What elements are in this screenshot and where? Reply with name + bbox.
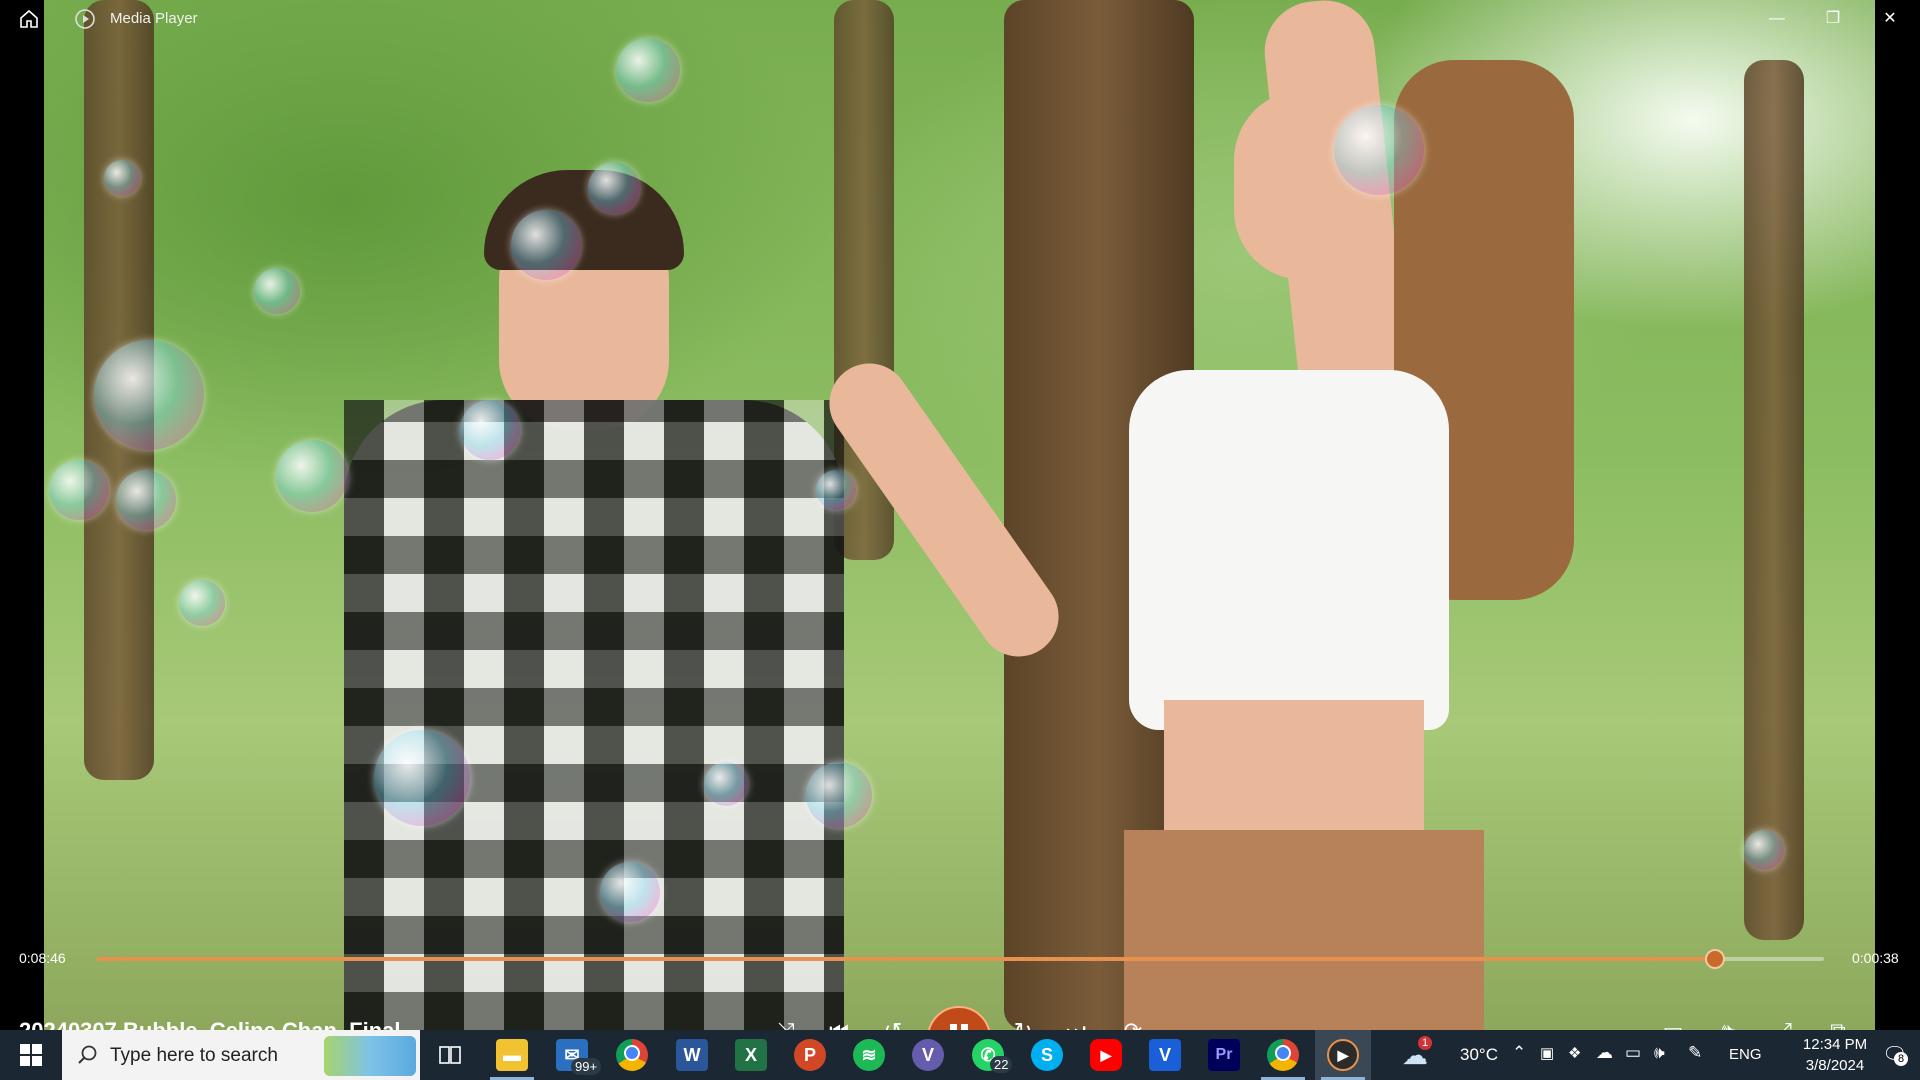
bubble [94, 340, 204, 450]
pause-button-ring [927, 1006, 991, 1030]
bubble [460, 400, 520, 460]
miniplayer-icon[interactable]: ⧉ [1825, 1018, 1851, 1030]
notification-center[interactable]: 🗨 8 [1880, 1040, 1912, 1070]
seek-bar[interactable] [97, 949, 1824, 969]
onedrive-icon[interactable]: ☁ [1596, 1043, 1613, 1063]
powerpoint-icon[interactable]: P [794, 1039, 826, 1071]
taskbar: Type here to search ▬ ✉ 99+ W X P ≋ V ✆ … [0, 1030, 1920, 1080]
forward-30-icon[interactable]: ↻ [1010, 1018, 1036, 1030]
more-options-icon[interactable]: ⋯ [1880, 1018, 1906, 1030]
title-bar: Media Player — ❐ ✕ [0, 0, 1920, 38]
seek-thumb[interactable] [1705, 949, 1726, 969]
notification-count: 8 [1894, 1052, 1909, 1066]
start-windows-icon[interactable] [6, 1030, 56, 1080]
home-icon[interactable] [18, 8, 40, 30]
seek-progress [97, 957, 1716, 961]
bubble [806, 762, 872, 828]
bubble [254, 268, 300, 314]
man-plaid-shirt [344, 400, 844, 1030]
bubble [49, 460, 109, 520]
bubble [1744, 830, 1784, 870]
bubble [511, 210, 581, 280]
restore-button[interactable]: ❐ [1818, 6, 1848, 32]
viber-icon[interactable]: V [912, 1039, 944, 1071]
remaining-time: 0:00:38 [1852, 950, 1899, 966]
bubble [600, 862, 660, 922]
weather-widget[interactable]: ☁ 1 30°C [1400, 1030, 1510, 1080]
clock-date: 3/8/2024 [1805, 1057, 1865, 1074]
folder-icon[interactable]: ▬ [496, 1039, 528, 1071]
chrome-icon[interactable] [616, 1039, 648, 1071]
search-highlight-image [324, 1036, 416, 1076]
search-placeholder: Type here to search [110, 1045, 278, 1066]
bubble [704, 762, 748, 806]
weather-alert-badge: 1 [1418, 1036, 1433, 1050]
woman-waist [1164, 700, 1424, 850]
bubble [374, 730, 470, 826]
bubble [179, 580, 225, 626]
skype-icon[interactable]: S [1031, 1039, 1063, 1071]
tree-trunk [1744, 60, 1804, 940]
weather-temp: 30°C [1460, 1045, 1498, 1064]
bubble [116, 470, 176, 530]
spotify-icon[interactable]: ≋ [853, 1039, 885, 1071]
close-button[interactable]: ✕ [1875, 6, 1905, 32]
search-icon [78, 1045, 97, 1064]
cast-icon[interactable]: ▭ [1660, 1018, 1686, 1030]
camera-icon[interactable]: ▣ [1540, 1044, 1554, 1062]
next-icon[interactable]: ⏭ [1063, 1018, 1089, 1030]
word-icon[interactable]: W [676, 1039, 708, 1071]
repeat-icon[interactable]: ⟳ [1120, 1018, 1146, 1030]
pen-icon[interactable]: ✎ [1688, 1043, 1702, 1063]
media-player-icon[interactable]: ▶ [1327, 1039, 1359, 1071]
bubble [1334, 105, 1424, 195]
bubble [104, 160, 140, 196]
premiere-icon[interactable]: Pr [1208, 1039, 1240, 1071]
excel-icon[interactable]: X [735, 1039, 767, 1071]
rewind-10-icon[interactable]: ↺ [880, 1018, 906, 1030]
clock-time: 12:34 PM [1802, 1036, 1868, 1053]
chevron-up-icon[interactable]: ⌃ [1512, 1043, 1526, 1063]
language-indicator[interactable]: ENG [1729, 1046, 1762, 1063]
bubble [588, 162, 640, 214]
media-player-icon [75, 9, 95, 29]
window-title: Media Player [110, 10, 198, 27]
whatsapp-badge: 22 [990, 1056, 1013, 1073]
clock[interactable]: 12:34 PM 3/8/2024 [1790, 1034, 1880, 1078]
elapsed-time: 0:08:46 [19, 950, 66, 966]
minimize-button[interactable]: — [1762, 6, 1792, 32]
volume-icon[interactable]: 🕪 [1715, 1018, 1741, 1030]
screen: Media Player — ❐ ✕ 0:08:46 0:00:38 20240… [0, 0, 1920, 1080]
task-view-icon[interactable] [434, 1039, 466, 1071]
pause-button[interactable] [927, 1006, 991, 1030]
mail-badge: 99+ [571, 1058, 602, 1075]
bubble [276, 440, 348, 512]
video-frame[interactable] [44, 0, 1875, 1030]
dropbox-icon[interactable]: ❖ [1568, 1044, 1581, 1062]
volume-icon[interactable]: 🕪 [1654, 1043, 1665, 1063]
chrome-icon[interactable] [1267, 1039, 1299, 1071]
woman-white-top [1129, 370, 1449, 730]
bubble [816, 470, 856, 510]
previous-icon[interactable]: ⏮ [826, 1018, 852, 1030]
battery-icon[interactable]: ▭ [1625, 1043, 1641, 1063]
v-icon[interactable]: V [1149, 1039, 1181, 1071]
youtube-icon[interactable]: ▶ [1090, 1039, 1122, 1071]
bubble [616, 38, 680, 102]
fullscreen-icon[interactable]: ⤢ [1770, 1018, 1796, 1030]
shuffle-icon[interactable]: ⤨ [773, 1018, 799, 1030]
playback-controls: 0:08:46 0:00:38 20240307 Bubble_Celine C… [0, 940, 1920, 1043]
taskbar-search[interactable]: Type here to search [62, 1030, 420, 1080]
